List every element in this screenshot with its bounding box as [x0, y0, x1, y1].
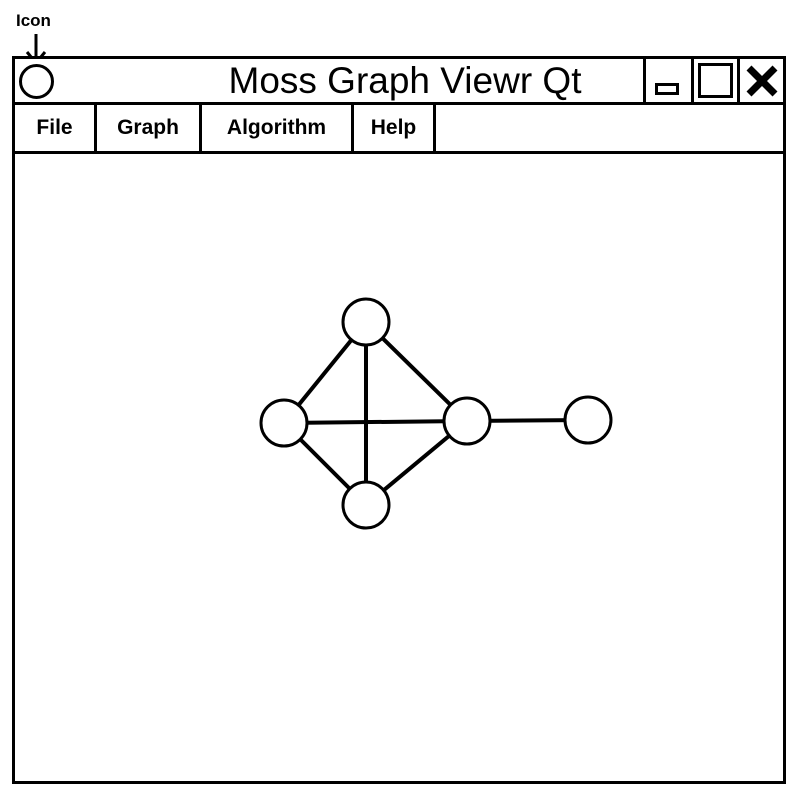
app-icon[interactable]: [19, 64, 54, 99]
menu-bar: File Graph Algorithm Help: [15, 105, 783, 154]
graph-node-far-right[interactable]: [563, 395, 613, 445]
maximize-icon: [698, 63, 733, 98]
graph-node-left[interactable]: [259, 398, 309, 448]
graph-node-bottom[interactable]: [341, 480, 391, 530]
graph-canvas[interactable]: [15, 154, 783, 781]
edge-layer: [282, 320, 589, 507]
minimize-icon: [655, 83, 679, 95]
menu-file[interactable]: File: [15, 105, 97, 151]
title-bar[interactable]: Moss Graph Viewr Qt: [15, 59, 783, 105]
node-layer: [259, 297, 613, 530]
close-button[interactable]: [737, 59, 783, 102]
menu-help[interactable]: Help: [354, 105, 436, 151]
window-title: Moss Graph Viewr Qt: [228, 60, 582, 101]
graph-drawing: [259, 297, 613, 530]
graph-edge[interactable]: [283, 419, 468, 425]
window-controls: [643, 59, 783, 102]
close-icon: [746, 65, 778, 97]
maximize-button[interactable]: [691, 59, 737, 102]
graph-node-top[interactable]: [341, 297, 391, 347]
menu-graph[interactable]: Graph: [97, 105, 202, 151]
app-window: Moss Graph Viewr Qt File Graph Algorithm…: [12, 56, 786, 784]
minimize-button[interactable]: [643, 59, 691, 102]
graph-node-right[interactable]: [442, 396, 492, 446]
menu-algorithm[interactable]: Algorithm: [202, 105, 354, 151]
